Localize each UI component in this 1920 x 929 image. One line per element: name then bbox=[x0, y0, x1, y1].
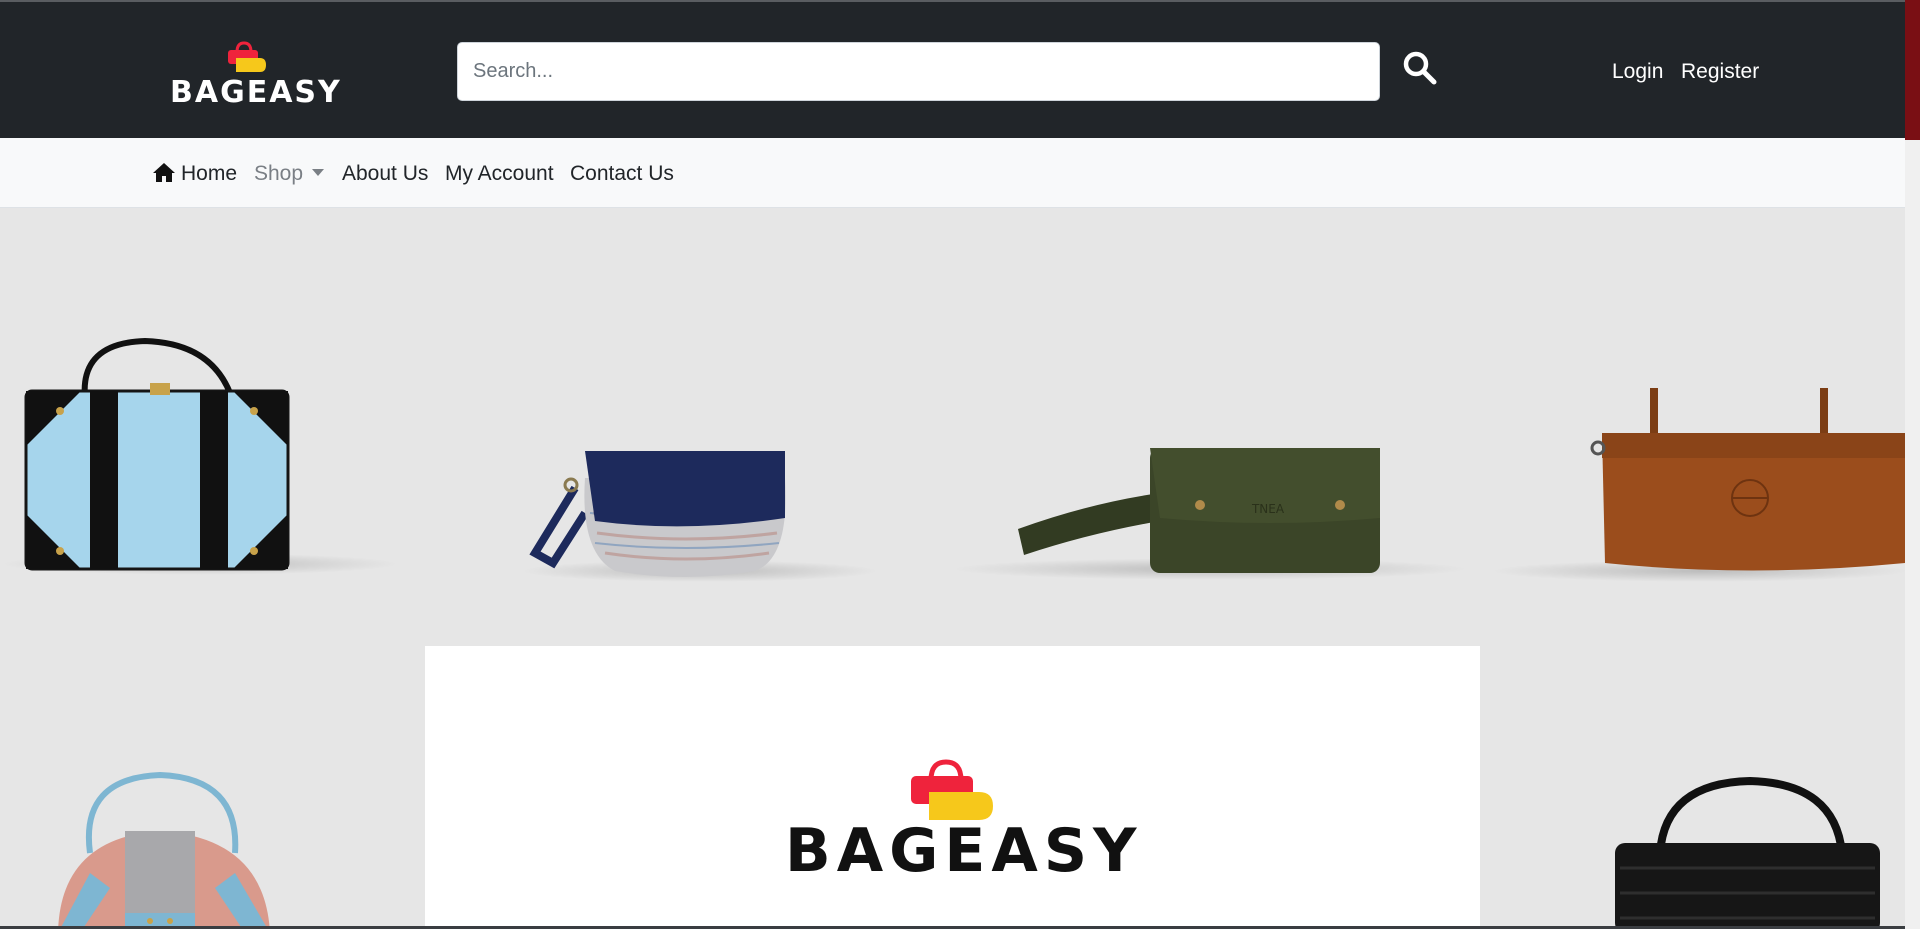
login-link[interactable]: Login bbox=[1612, 60, 1663, 84]
tan-tote-bag-image bbox=[1590, 388, 1905, 571]
scrollbar[interactable] bbox=[1905, 0, 1920, 929]
caret-down-icon bbox=[312, 169, 325, 176]
register-link[interactable]: Register bbox=[1681, 60, 1759, 84]
navy-flap-bag-image bbox=[529, 451, 786, 577]
nav-contact[interactable]: Contact Us bbox=[570, 162, 674, 186]
home-icon bbox=[153, 163, 175, 182]
featured-brand-name: BAGEASY bbox=[785, 816, 1143, 886]
search-button[interactable] bbox=[1402, 50, 1442, 90]
black-beaded-bag-image bbox=[1615, 776, 1880, 929]
nav-shop-dropdown[interactable]: Shop bbox=[254, 162, 325, 186]
main-nav: Home Shop About Us My Account Contact Us bbox=[0, 138, 1905, 208]
top-header: BAGEASY Login Register bbox=[0, 0, 1905, 138]
brand-name: BAGEASY bbox=[170, 75, 342, 110]
scrollbar-thumb[interactable] bbox=[1905, 0, 1920, 140]
search-icon bbox=[1403, 51, 1437, 85]
blue-trunk-bag-image bbox=[24, 337, 290, 571]
search-input[interactable] bbox=[457, 42, 1380, 101]
svg-text:TNEA: TNEA bbox=[1251, 502, 1285, 516]
nav-home-label: Home bbox=[181, 162, 238, 185]
nav-about[interactable]: About Us bbox=[342, 162, 428, 186]
brand-logo[interactable]: BAGEASY bbox=[170, 40, 342, 110]
featured-logo-card: BAGEASY bbox=[425, 646, 1480, 929]
featured-brand-logo: BAGEASY bbox=[785, 756, 1143, 886]
hero-banner: TNEA BAGEASY bbox=[0, 208, 1905, 929]
pink-round-bag-image bbox=[58, 771, 270, 929]
olive-belt-bag-image: TNEA bbox=[1018, 448, 1380, 573]
nav-my-account[interactable]: My Account bbox=[445, 162, 554, 186]
nav-shop-label: Shop bbox=[254, 162, 304, 185]
nav-home[interactable]: Home bbox=[152, 162, 237, 186]
